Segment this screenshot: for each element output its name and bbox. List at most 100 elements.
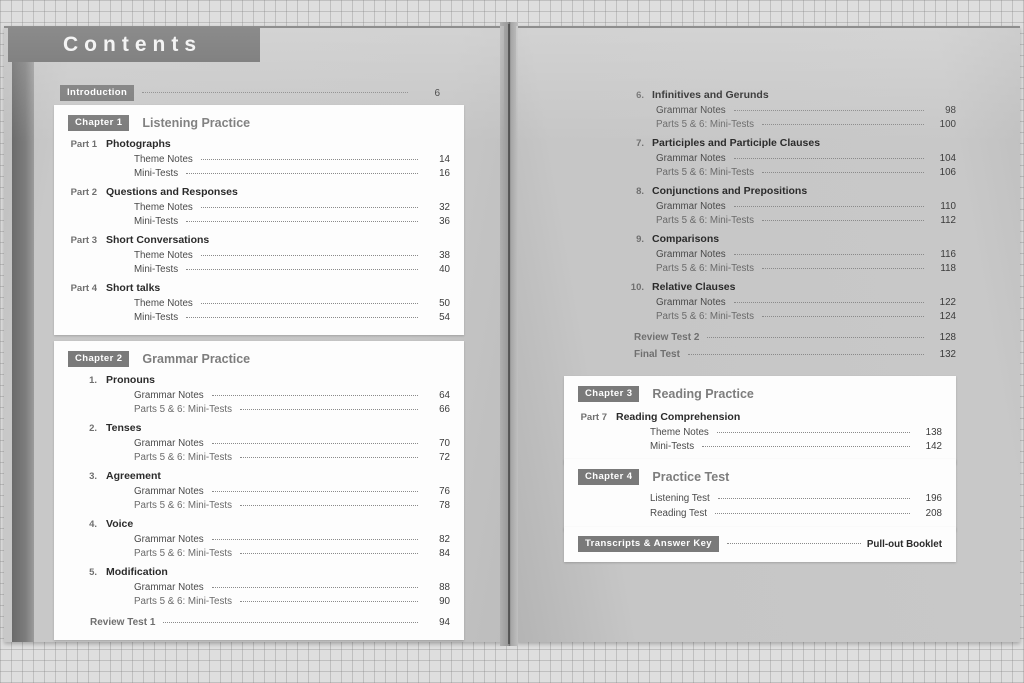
- entry-row[interactable]: Grammar Notes 64: [68, 390, 450, 401]
- entry-row[interactable]: Theme Notes 138: [578, 427, 942, 438]
- entry-row[interactable]: Grammar Notes 116: [626, 249, 956, 260]
- entry-row[interactable]: Grammar Notes 76: [68, 486, 450, 497]
- part-row[interactable]: Part 2 Questions and Responses: [68, 186, 450, 198]
- unit-row[interactable]: 5. Modification: [68, 566, 450, 578]
- entry-page-number: 82: [439, 533, 450, 545]
- part-row[interactable]: Part 7 Reading Comprehension: [578, 411, 942, 423]
- leader-dots: [707, 337, 924, 338]
- entry-row[interactable]: Parts 5 & 6: Mini-Tests 124: [626, 311, 956, 322]
- entry-page-number: 84: [439, 548, 450, 559]
- final-test-label: Final Test: [634, 349, 680, 360]
- entry-row[interactable]: Theme Notes 32: [68, 202, 450, 213]
- entry-row[interactable]: Grammar Notes 88: [68, 582, 450, 593]
- entry-row[interactable]: Grammar Notes 122: [626, 297, 956, 308]
- part-row[interactable]: Part 3 Short Conversations: [68, 234, 450, 246]
- entry-label: Theme Notes: [134, 201, 193, 213]
- leader-dots: [240, 601, 418, 602]
- entry-row[interactable]: Grammar Notes 110: [626, 201, 956, 212]
- entry-row[interactable]: Mini-Tests 40: [68, 264, 450, 275]
- entry-row[interactable]: Reading Test 208: [578, 508, 942, 519]
- entry-row[interactable]: Grammar Notes 98: [626, 105, 956, 116]
- entry-row[interactable]: Parts 5 & 6: Mini-Tests 78: [68, 500, 450, 511]
- entry-row[interactable]: Parts 5 & 6: Mini-Tests 66: [68, 404, 450, 415]
- leader-dots: [186, 269, 418, 270]
- entry-row[interactable]: Parts 5 & 6: Mini-Tests 118: [626, 263, 956, 274]
- unit-number: 2.: [89, 423, 97, 434]
- leader-dots: [240, 409, 418, 410]
- entry-row[interactable]: Theme Notes 14: [68, 154, 450, 165]
- unit-row[interactable]: 10. Relative Clauses: [626, 281, 956, 293]
- leader-dots: [733, 205, 924, 207]
- final-test-row[interactable]: Final Test 132: [634, 349, 956, 360]
- entry-row[interactable]: Theme Notes 50: [68, 298, 450, 309]
- transcripts-badge: Transcripts & Answer Key: [578, 536, 719, 552]
- unit-row[interactable]: 1. Pronouns: [68, 374, 450, 386]
- unit-row[interactable]: 4. Voice: [68, 518, 450, 530]
- entry-row[interactable]: Parts 5 & 6: Mini-Tests 112: [626, 215, 956, 226]
- unit-number: 5.: [89, 567, 97, 578]
- entry-row[interactable]: Mini-Tests 16: [68, 168, 450, 179]
- entry-page-number: 72: [439, 452, 450, 463]
- entry-row[interactable]: Grammar Notes 104: [626, 153, 956, 164]
- entry-label: Grammar Notes: [134, 581, 204, 593]
- unit-row[interactable]: 8. Conjunctions and Prepositions: [626, 185, 956, 197]
- page-title: Contents: [63, 32, 202, 56]
- final-test-page-number: 132: [939, 349, 956, 360]
- unit-number: 3.: [89, 471, 97, 482]
- entry-label: Parts 5 & 6: Mini-Tests: [134, 404, 232, 415]
- chapter-3-card: Chapter 3 Reading Practice Part 7 Readin…: [564, 376, 956, 464]
- intro-page-number: 6: [434, 87, 440, 99]
- transcripts-row[interactable]: Transcripts & Answer Key Pull-out Bookle…: [578, 536, 942, 552]
- entry-row[interactable]: Grammar Notes 82: [68, 534, 450, 545]
- leader-dots: [211, 442, 418, 444]
- part-number: Part 3: [70, 235, 97, 246]
- entry-page-number: 78: [439, 500, 450, 511]
- entry-row[interactable]: Theme Notes 38: [68, 250, 450, 261]
- leader-dots: [186, 221, 418, 222]
- leader-dots: [733, 109, 924, 111]
- unit-title: Comparisons: [652, 233, 720, 245]
- leader-dots: [715, 512, 910, 514]
- entry-label: Theme Notes: [650, 426, 709, 438]
- chapter-1-title: Listening Practice: [142, 116, 251, 130]
- unit-number: 9.: [636, 234, 644, 245]
- entry-row[interactable]: Parts 5 & 6: Mini-Tests 106: [626, 167, 956, 178]
- intro-badge: Introduction: [60, 85, 135, 101]
- part-row[interactable]: Part 4 Short talks: [68, 282, 450, 294]
- unit-row[interactable]: 7. Participles and Participle Clauses: [626, 137, 956, 149]
- entry-label: Parts 5 & 6: Mini-Tests: [656, 311, 754, 322]
- review-test-1-row[interactable]: Review Test 1 94: [68, 617, 450, 628]
- unit-title: Participles and Participle Clauses: [652, 137, 821, 149]
- entry-row[interactable]: Mini-Tests 142: [578, 441, 942, 452]
- leader-dots: [200, 302, 418, 304]
- intro-row[interactable]: Introduction 6: [60, 85, 440, 101]
- entry-row[interactable]: Parts 5 & 6: Mini-Tests 100: [626, 119, 956, 130]
- entry-row[interactable]: Parts 5 & 6: Mini-Tests 84: [68, 548, 450, 559]
- unit-row[interactable]: 2. Tenses: [68, 422, 450, 434]
- review-test-2-row[interactable]: Review Test 2 128: [634, 332, 956, 343]
- entry-page-number: 118: [940, 263, 956, 274]
- entry-row[interactable]: Listening Test 196: [578, 493, 942, 504]
- unit-number: 1.: [89, 375, 97, 386]
- leader-dots: [211, 394, 418, 396]
- entry-row[interactable]: Parts 5 & 6: Mini-Tests 90: [68, 596, 450, 607]
- entry-page-number: 122: [939, 296, 956, 308]
- part-row[interactable]: Part 1 Photographs: [68, 138, 450, 150]
- entry-row[interactable]: Grammar Notes 70: [68, 438, 450, 449]
- entry-label: Grammar Notes: [134, 389, 204, 401]
- transcripts-card: Transcripts & Answer Key Pull-out Bookle…: [564, 527, 956, 562]
- entry-page-number: 90: [439, 596, 450, 607]
- leader-dots: [186, 173, 418, 174]
- leader-dots: [200, 254, 418, 256]
- entry-label: Grammar Notes: [656, 296, 726, 308]
- unit-row[interactable]: 3. Agreement: [68, 470, 450, 482]
- entry-label: Theme Notes: [134, 249, 193, 261]
- part-number: Part 7: [580, 412, 607, 423]
- entry-row[interactable]: Parts 5 & 6: Mini-Tests 72: [68, 452, 450, 463]
- leader-dots: [717, 498, 910, 499]
- entry-row[interactable]: Mini-Tests 36: [68, 216, 450, 227]
- unit-row[interactable]: 9. Comparisons: [626, 233, 956, 245]
- entry-row[interactable]: Mini-Tests 54: [68, 312, 450, 323]
- unit-row[interactable]: 6. Infinitives and Gerunds: [626, 89, 956, 101]
- unit-title: Voice: [106, 518, 134, 530]
